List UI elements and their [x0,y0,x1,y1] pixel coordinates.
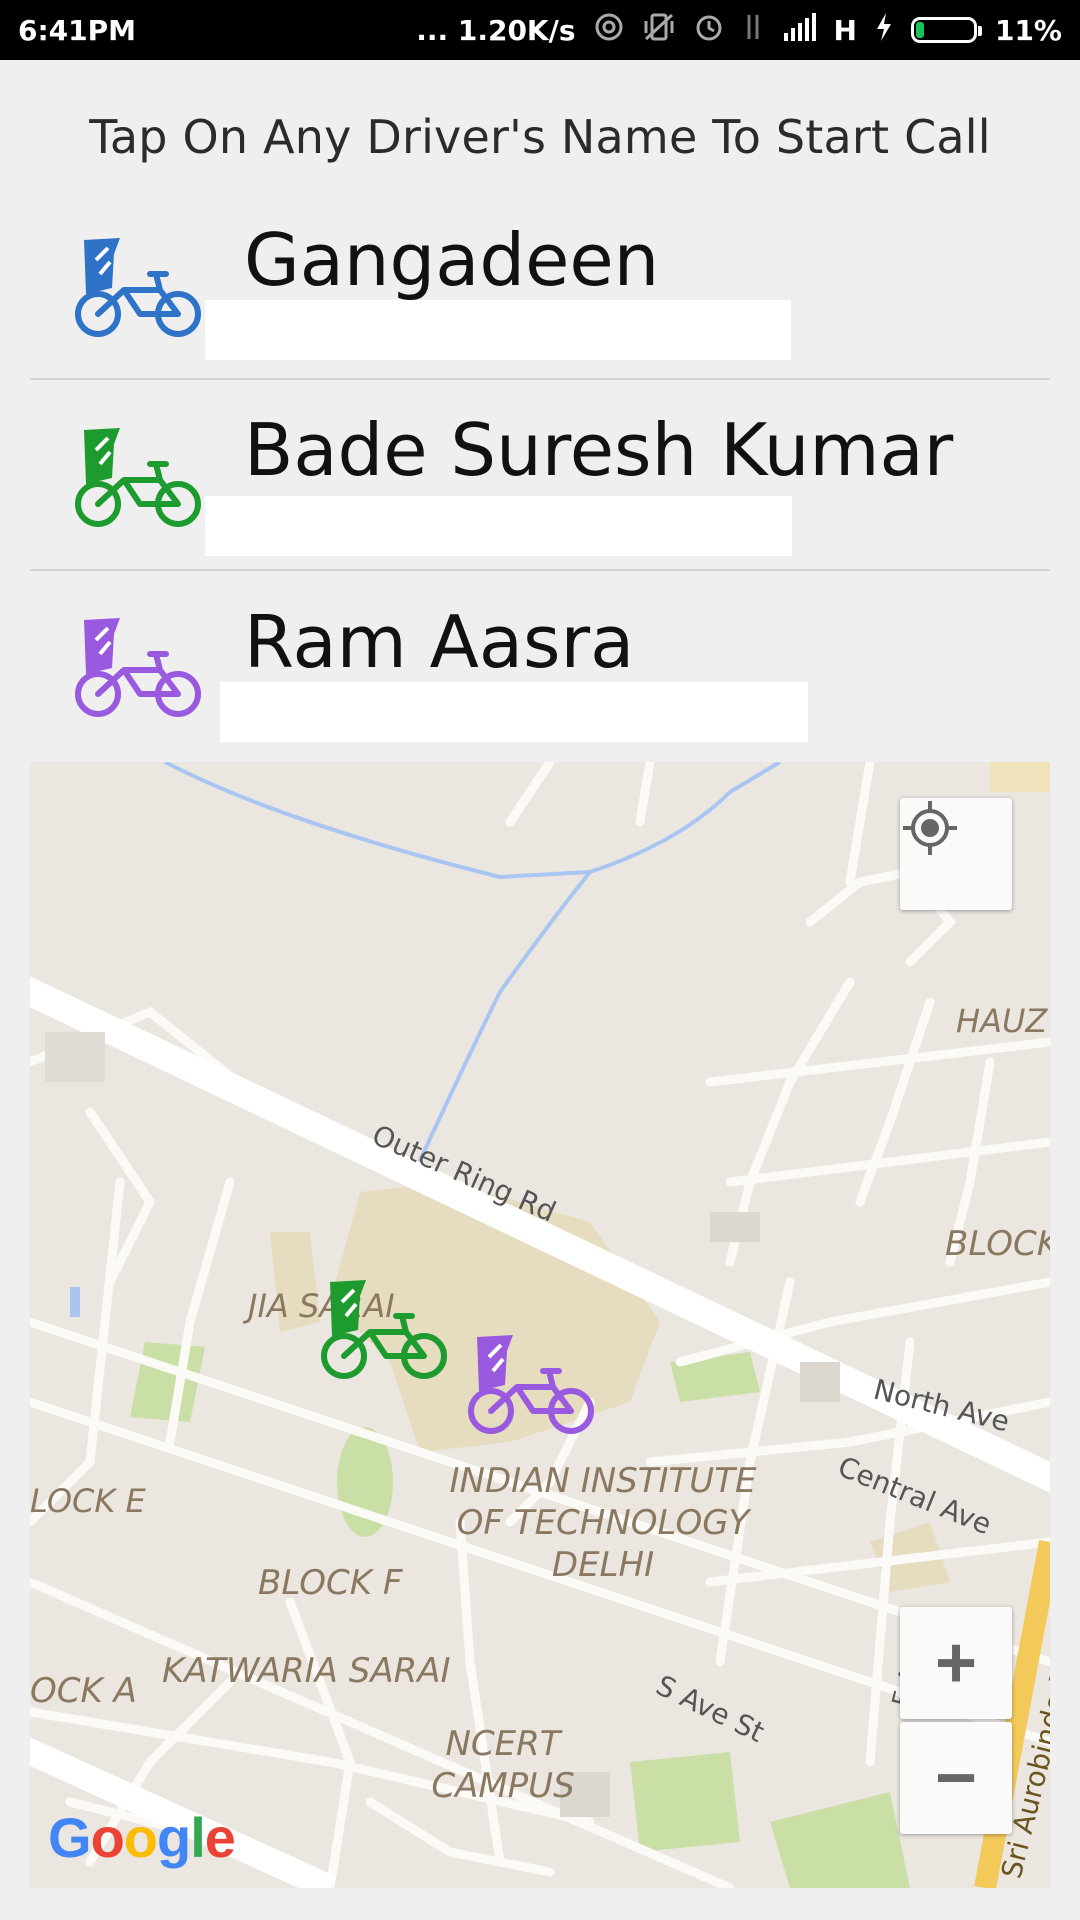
vibrate-icon [642,12,676,49]
divider [30,378,1050,380]
rickshaw-icon [74,420,204,530]
google-logo: Google [48,1806,236,1869]
map-label-katwaria: KATWARIA SARAI [162,1651,451,1691]
map-label-iit-2: OF TECHNOLOGY [457,1503,752,1543]
status-time: 6:41PM [18,13,137,47]
map-label-s-ave-st: S Ave St [651,1669,769,1749]
driver-phone-redacted [220,682,808,742]
hotspot-icon [594,12,624,49]
rickshaw-icon [74,230,204,340]
driver-phone-redacted [205,496,792,556]
zoom-out-button[interactable]: − [900,1722,1012,1834]
alarm-icon [694,12,724,49]
driver-name[interactable]: Bade Suresh Kumar [244,408,953,492]
zoom-in-button[interactable]: + [900,1607,1012,1719]
my-location-button[interactable] [900,798,1012,910]
driver-row-ram-aasra[interactable]: Ram Aasra [30,590,1050,750]
driver-phone-redacted [205,300,791,360]
rickshaw-icon [74,610,204,720]
map-label-block-right: BLOCK [945,1224,1050,1264]
network-type: H [833,13,857,47]
driver-name[interactable]: Ram Aasra [244,600,634,684]
map-canvas: HAUZ K BLOCK JIA SARAI LOCK E INDIAN INS… [30,762,1050,1888]
map-label-iit-1: INDIAN INSTITUTE [450,1461,757,1501]
map-label-ncert-1: NCERT [445,1724,562,1764]
map-label-block-e: LOCK E [30,1482,147,1520]
driver-row-gangadeen[interactable]: Gangadeen [30,210,1050,376]
map-label-iit-3: DELHI [552,1545,654,1585]
map-label-block-f: BLOCK F [258,1563,403,1603]
map-label-ncert-2: CAMPUS [431,1766,574,1806]
divider [30,569,1050,571]
network-speed: ... 1.20K/s [416,13,576,47]
driver-name[interactable]: Gangadeen [244,218,659,302]
signal-icon [782,12,816,48]
map-label-jia-sarai: JIA SARAI [242,1287,395,1325]
instruction-text: Tap On Any Driver's Name To Start Call [89,110,991,164]
charging-icon [875,12,893,49]
map-view[interactable]: HAUZ K BLOCK JIA SARAI LOCK E INDIAN INS… [30,762,1050,1888]
battery-icon [910,17,982,43]
driver-row-bade-suresh-kumar[interactable]: Bade Suresh Kumar [30,400,1050,570]
map-label-block-a: OCK A [30,1671,137,1711]
battery-level: 11% [994,13,1062,47]
map-label-hauz: HAUZ K [956,1002,1050,1040]
data-icon [742,12,764,49]
status-bar: 6:41PM ... 1.20K/s H 11% [0,0,1080,60]
